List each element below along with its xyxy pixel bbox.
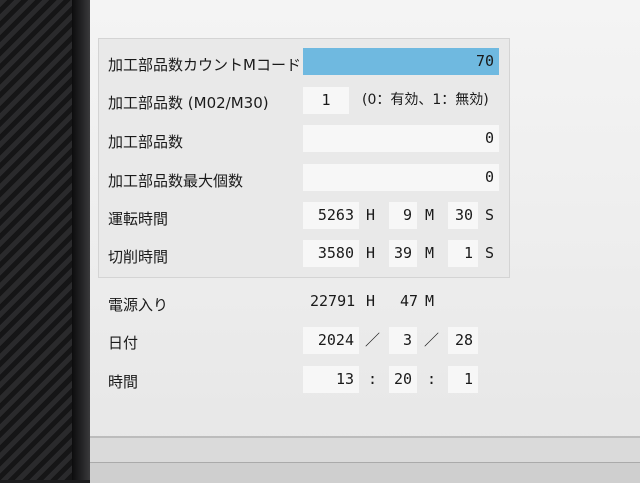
parts-count-mode-input[interactable]: 1 bbox=[303, 87, 349, 114]
run-time-minutes-input[interactable]: 9 bbox=[389, 202, 417, 229]
cut-time-seconds-unit: S bbox=[485, 244, 495, 262]
time-sep-2: : bbox=[427, 370, 437, 388]
parts-count-mode-note: (0：有効、1：無効) bbox=[362, 92, 489, 108]
time-second-input[interactable]: 1 bbox=[448, 366, 478, 393]
cut-time-hours-input[interactable]: 3580 bbox=[303, 240, 359, 267]
run-time-hours-input[interactable]: 5263 bbox=[303, 202, 359, 229]
cut-time-label: 切削時間 bbox=[108, 248, 169, 266]
cut-time-minutes-input[interactable]: 39 bbox=[389, 240, 417, 267]
cut-time-hours-unit: H bbox=[366, 244, 376, 262]
date-sep-1: ／ bbox=[365, 331, 381, 349]
date-sep-2: ／ bbox=[424, 331, 440, 349]
power-on-hours-unit: H bbox=[366, 292, 376, 310]
run-time-hours-unit: H bbox=[366, 206, 376, 224]
time-hour-input[interactable]: 13 bbox=[303, 366, 359, 393]
parts-count-label: 加工部品数 bbox=[108, 133, 184, 151]
count-mcode-label: 加工部品数カウントMコード bbox=[108, 56, 301, 74]
time-minute-input[interactable]: 20 bbox=[389, 366, 417, 393]
run-time-minutes-unit: M bbox=[425, 206, 435, 224]
run-time-seconds-unit: S bbox=[485, 206, 495, 224]
screen-bottom-bar bbox=[90, 436, 640, 483]
power-on-label: 電源入り bbox=[108, 296, 169, 314]
power-on-minutes-unit: M bbox=[425, 292, 435, 310]
parts-count-input[interactable]: 0 bbox=[303, 125, 499, 152]
power-on-hours: 22791 bbox=[310, 292, 356, 310]
run-time-seconds-input[interactable]: 30 bbox=[448, 202, 478, 229]
cut-time-seconds-input[interactable]: 1 bbox=[448, 240, 478, 267]
date-day-input[interactable]: 28 bbox=[448, 327, 478, 354]
run-time-label: 運転時間 bbox=[108, 210, 169, 228]
parts-count-max-input[interactable]: 0 bbox=[303, 164, 499, 191]
time-label: 時間 bbox=[108, 373, 139, 391]
count-mcode-input[interactable]: 70 bbox=[303, 48, 499, 75]
date-month-input[interactable]: 3 bbox=[389, 327, 417, 354]
power-on-minutes: 47 bbox=[400, 292, 419, 310]
bezel-edge bbox=[72, 0, 90, 480]
time-sep-1: : bbox=[368, 370, 378, 388]
date-year-input[interactable]: 2024 bbox=[303, 327, 359, 354]
parts-count-max-label: 加工部品数最大個数 bbox=[108, 172, 244, 190]
parts-count-mode-label: 加工部品数 (M02/M30) bbox=[108, 94, 269, 112]
cut-time-minutes-unit: M bbox=[425, 244, 435, 262]
date-label: 日付 bbox=[108, 334, 139, 352]
